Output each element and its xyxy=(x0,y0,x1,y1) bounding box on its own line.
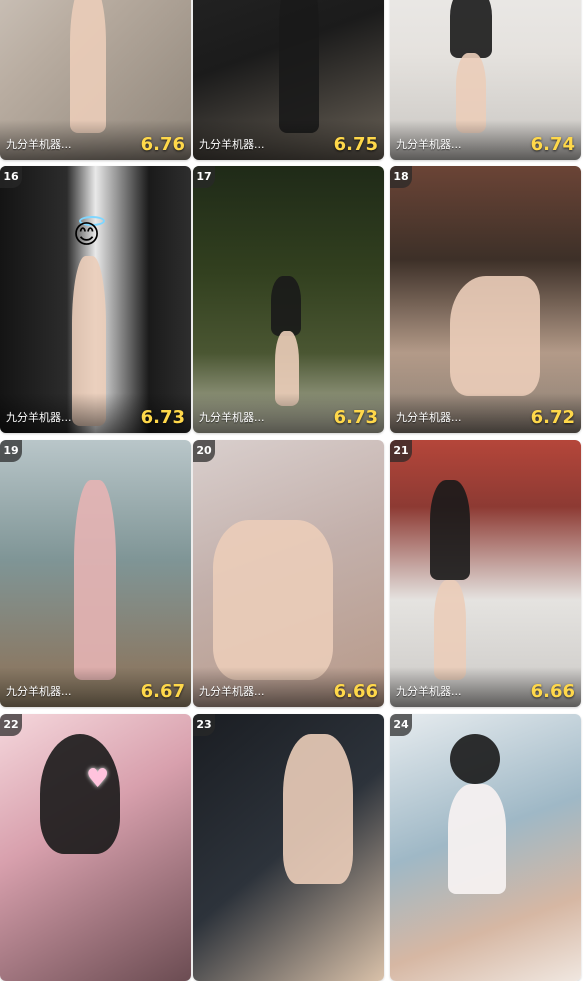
leaderboard-card[interactable]: 18 九分羊机器... 6.72 xyxy=(390,166,581,433)
card-score: 6.73 xyxy=(140,407,185,428)
leaderboard-grid: 九分羊机器... 6.76 九分羊机器... 6.75 九分羊机器... 6.7… xyxy=(0,0,584,981)
leaderboard-card[interactable]: 九分羊机器... 6.74 xyxy=(390,0,581,160)
leaderboard-card[interactable]: 24 xyxy=(390,714,581,981)
card-score: 6.66 xyxy=(530,681,575,702)
card-photo xyxy=(193,714,384,981)
card-username: 九分羊机器... xyxy=(199,411,265,424)
card-score: 6.73 xyxy=(333,407,378,428)
card-score: 6.72 xyxy=(530,407,575,428)
leaderboard-card[interactable]: 19 九分羊机器... 6.67 xyxy=(0,440,191,707)
leaderboard-card[interactable]: 20 九分羊机器... 6.66 xyxy=(193,440,384,707)
rank-badge: 17 xyxy=(193,166,215,188)
card-photo xyxy=(390,714,581,981)
rank-badge: 22 xyxy=(0,714,22,736)
leaderboard-card[interactable]: 九分羊机器... 6.76 xyxy=(0,0,191,160)
leaderboard-card[interactable]: ♥ 22 xyxy=(0,714,191,981)
card-photo: ♥ xyxy=(0,714,191,981)
card-username: 九分羊机器... xyxy=(199,685,265,698)
card-username: 九分羊机器... xyxy=(6,138,72,151)
card-username: 九分羊机器... xyxy=(6,411,72,424)
rank-badge: 16 xyxy=(0,166,22,188)
rank-badge: 23 xyxy=(193,714,215,736)
card-username: 九分羊机器... xyxy=(199,138,265,151)
leaderboard-card[interactable]: 23 xyxy=(193,714,384,981)
rank-badge: 24 xyxy=(390,714,412,736)
card-username: 九分羊机器... xyxy=(396,411,462,424)
rank-badge: 20 xyxy=(193,440,215,462)
rank-badge: 19 xyxy=(0,440,22,462)
card-score: 6.67 xyxy=(140,681,185,702)
card-username: 九分羊机器... xyxy=(6,685,72,698)
rank-badge: 18 xyxy=(390,166,412,188)
angel-emoji-icon: 😊 xyxy=(73,220,101,250)
leaderboard-card[interactable]: 17 九分羊机器... 6.73 xyxy=(193,166,384,433)
card-score: 6.76 xyxy=(140,134,185,155)
leaderboard-card[interactable]: 21 九分羊机器... 6.66 xyxy=(390,440,581,707)
heart-sticker-icon: ♥ xyxy=(86,764,110,794)
card-score: 6.66 xyxy=(333,681,378,702)
card-score: 6.74 xyxy=(530,134,575,155)
leaderboard-card[interactable]: 九分羊机器... 6.75 xyxy=(193,0,384,160)
card-score: 6.75 xyxy=(333,134,378,155)
card-username: 九分羊机器... xyxy=(396,685,462,698)
leaderboard-card[interactable]: 😊 16 九分羊机器... 6.73 xyxy=(0,166,191,433)
rank-badge: 21 xyxy=(390,440,412,462)
card-username: 九分羊机器... xyxy=(396,138,462,151)
